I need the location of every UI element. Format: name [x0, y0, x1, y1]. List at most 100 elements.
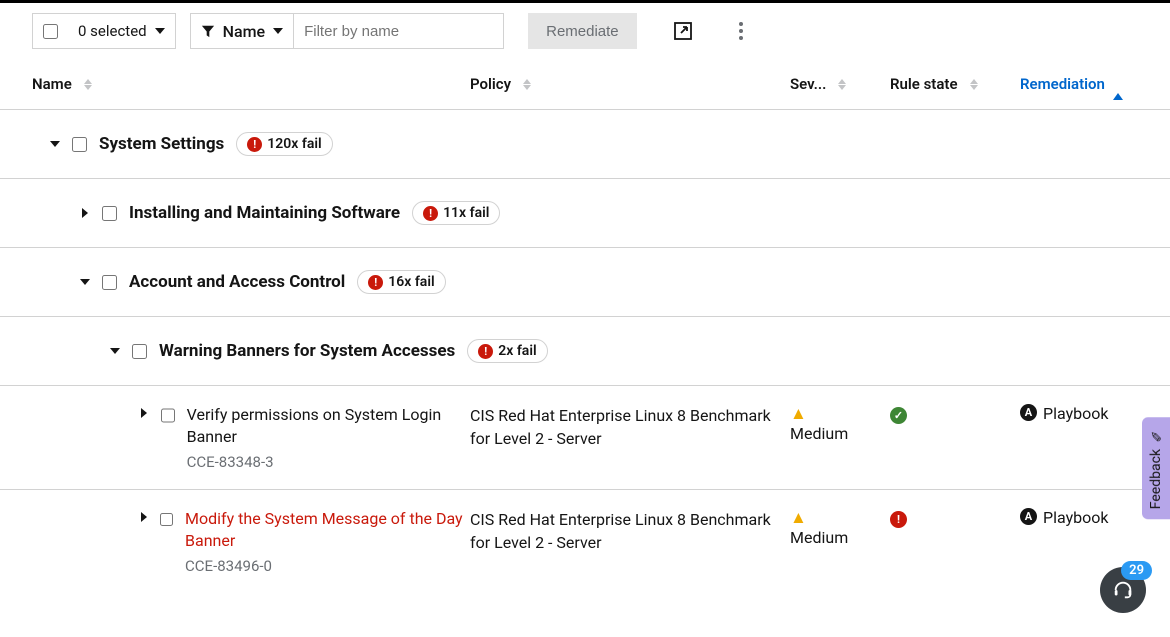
fail-badge: ! 120x fail	[236, 132, 332, 156]
rule-checkbox[interactable]	[161, 408, 175, 423]
chevron-right-icon	[141, 408, 147, 418]
fail-count: 11x fail	[443, 205, 489, 221]
severity-label: Medium	[790, 528, 890, 547]
feedback-tab[interactable]: Feedback ✎	[1142, 417, 1170, 519]
column-remediation[interactable]: Remediation	[1020, 75, 1138, 93]
group-title: Account and Access Control	[129, 272, 345, 292]
rule-severity: ▲ Medium	[790, 404, 890, 471]
ansible-icon: A	[1020, 404, 1037, 421]
column-remediation-label: Remediation	[1020, 75, 1105, 93]
rule-checkbox[interactable]	[160, 512, 173, 527]
remediation-label: Playbook	[1043, 404, 1108, 423]
chevron-right-icon	[82, 208, 88, 218]
column-rule-state[interactable]: Rule state	[890, 75, 1020, 93]
rule-name[interactable]: Modify the System Message of the Day Ban…	[185, 508, 470, 553]
column-name[interactable]: Name	[32, 75, 470, 93]
column-severity-label: Sev...	[790, 75, 826, 93]
rule-state: !	[890, 508, 1020, 575]
caret-down-icon	[155, 28, 165, 34]
kebab-menu[interactable]	[729, 19, 753, 43]
rule-name-cell: Verify permissions on System Login Banne…	[0, 404, 470, 471]
group-checkbox[interactable]	[102, 206, 117, 221]
headset-icon	[1112, 579, 1134, 601]
remediate-button[interactable]: Remediate	[528, 13, 637, 49]
group-title: Warning Banners for System Accesses	[159, 341, 455, 361]
group-title: Installing and Maintaining Software	[129, 203, 400, 223]
sort-icon	[523, 79, 531, 90]
group-checkbox[interactable]	[72, 137, 87, 152]
rule-state: ✓	[890, 404, 1020, 471]
rule-severity: ▲ Medium	[790, 508, 890, 575]
export-icon	[673, 21, 693, 41]
collapse-toggle[interactable]	[78, 279, 92, 285]
bulk-select-text: 0 selected	[78, 22, 147, 40]
bulk-select[interactable]: 0 selected	[32, 13, 176, 49]
column-name-label: Name	[32, 75, 72, 93]
warning-icon: ▲	[790, 508, 890, 528]
group-row-system-settings: System Settings ! 120x fail	[0, 110, 1170, 179]
column-policy-label: Policy	[470, 75, 511, 93]
collapse-toggle[interactable]	[108, 348, 122, 354]
column-severity[interactable]: Sev...	[790, 75, 890, 93]
column-policy[interactable]: Policy	[470, 75, 790, 93]
bulk-select-checkbox[interactable]	[43, 24, 58, 39]
feedback-label: Feedback	[1148, 449, 1164, 509]
filter-icon	[201, 24, 215, 38]
fail-icon: !	[368, 275, 383, 290]
pass-icon: ✓	[890, 407, 907, 424]
rule-cce: CCE-83496-0	[185, 557, 470, 575]
collapse-toggle[interactable]	[48, 141, 62, 147]
sort-icon	[970, 79, 978, 90]
rule-name-cell: Modify the System Message of the Day Ban…	[0, 508, 470, 575]
warning-icon: ▲	[790, 404, 890, 424]
rule-row: Verify permissions on System Login Banne…	[0, 386, 1170, 490]
column-rule-state-label: Rule state	[890, 75, 958, 93]
group-row-account-access: Account and Access Control ! 16x fail	[0, 248, 1170, 317]
chevron-down-icon	[80, 279, 90, 285]
chevron-down-icon	[50, 141, 60, 147]
group-row-warning-banners: Warning Banners for System Accesses ! 2x…	[0, 317, 1170, 386]
caret-down-icon	[273, 28, 283, 34]
group-checkbox[interactable]	[102, 275, 117, 290]
ansible-icon: A	[1020, 508, 1037, 525]
rule-remediation[interactable]: A Playbook	[1020, 508, 1138, 575]
fail-count: 120x fail	[267, 136, 321, 152]
expand-toggle[interactable]	[138, 408, 151, 471]
fail-badge: ! 16x fail	[357, 270, 445, 294]
sort-asc-icon	[1113, 75, 1123, 93]
megaphone-icon: ✎	[1148, 427, 1164, 443]
filter-input[interactable]	[304, 14, 503, 48]
expand-toggle[interactable]	[78, 208, 92, 218]
chevron-down-icon	[110, 348, 120, 354]
rule-cce: CCE-83348-3	[187, 453, 470, 471]
filter-input-wrap	[294, 13, 504, 49]
filter-type-select[interactable]: Name	[190, 13, 294, 49]
kebab-icon	[739, 22, 743, 40]
sort-icon	[84, 79, 92, 90]
fail-icon: !	[423, 206, 438, 221]
rule-remediation[interactable]: A Playbook	[1020, 404, 1138, 471]
remediation-label: Playbook	[1043, 508, 1108, 527]
expand-toggle[interactable]	[138, 512, 150, 575]
toolbar: 0 selected Name Remediate	[0, 3, 1170, 59]
fab-badge: 29	[1121, 561, 1152, 580]
group-checkbox[interactable]	[132, 344, 147, 359]
filter-type-label: Name	[223, 22, 265, 41]
fail-count: 2x fail	[498, 343, 536, 359]
table-header: Name Policy Sev... Rule state Remediatio…	[0, 59, 1170, 110]
chevron-right-icon	[141, 512, 147, 522]
fail-badge: ! 2x fail	[467, 339, 547, 363]
rule-name[interactable]: Verify permissions on System Login Banne…	[187, 404, 470, 449]
fail-icon: !	[890, 511, 907, 528]
fail-count: 16x fail	[388, 274, 434, 290]
group-title: System Settings	[99, 134, 224, 154]
severity-label: Medium	[790, 424, 890, 443]
fail-icon: !	[247, 137, 262, 152]
rule-policy: CIS Red Hat Enterprise Linux 8 Benchmark…	[470, 508, 790, 575]
rule-row: Modify the System Message of the Day Ban…	[0, 490, 1170, 593]
help-fab[interactable]: 29	[1100, 567, 1146, 613]
fail-icon: !	[478, 344, 493, 359]
filter-group: Name	[190, 13, 504, 49]
export-button[interactable]	[671, 19, 695, 43]
fail-badge: ! 11x fail	[412, 201, 500, 225]
